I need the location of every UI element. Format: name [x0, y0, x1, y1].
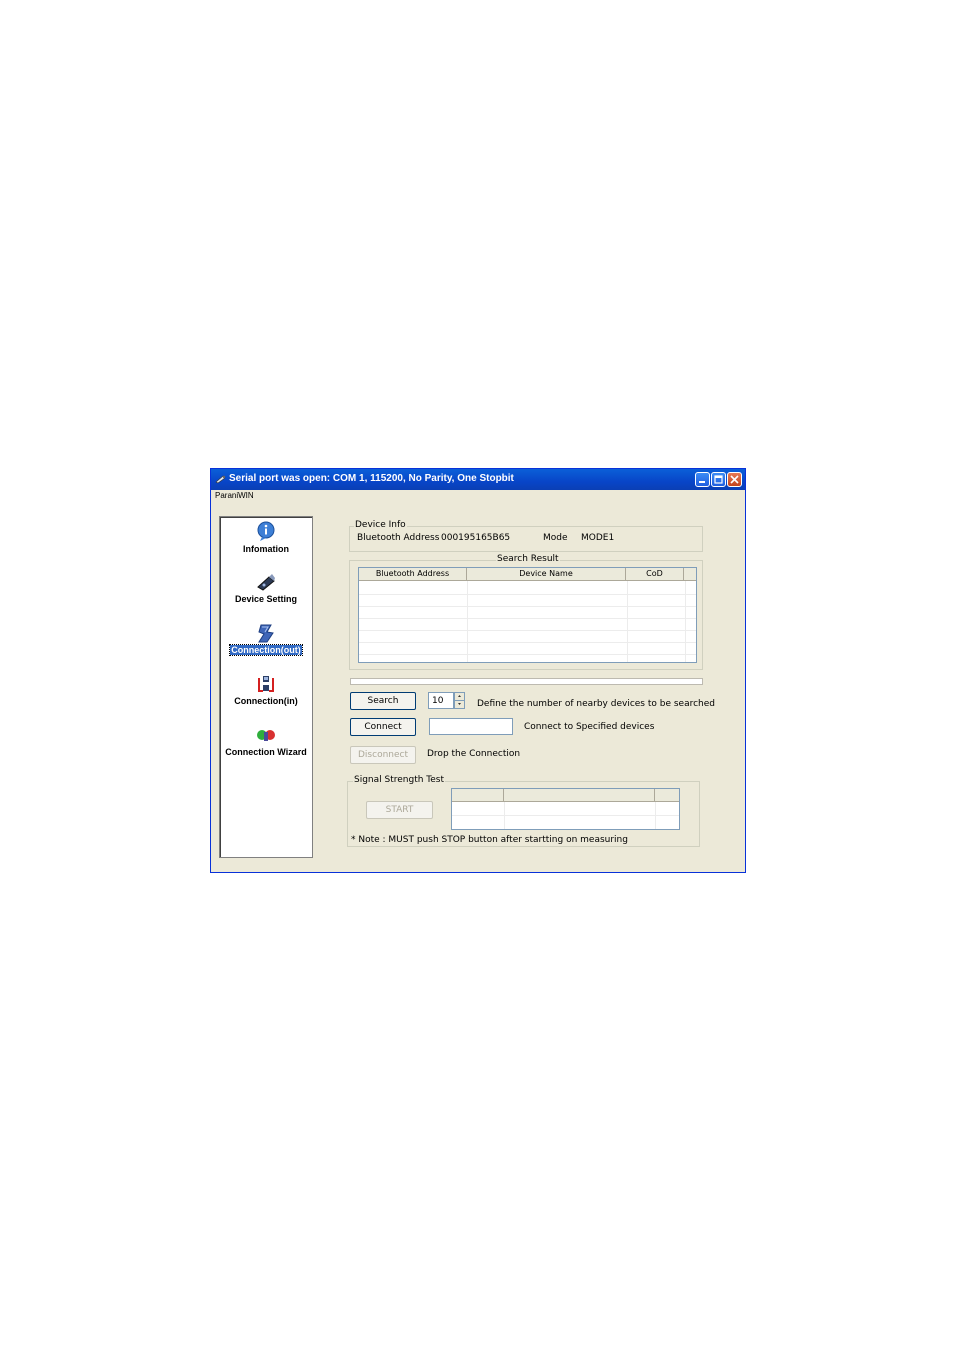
signal-strength-label: Signal Strength Test: [353, 775, 446, 785]
arrow-up-icon: [458, 695, 461, 697]
signal-note: * Note : MUST push STOP button after sta…: [351, 835, 628, 845]
spin-down-button[interactable]: [455, 701, 464, 708]
info-icon: [257, 521, 275, 541]
device-count-input[interactable]: [428, 692, 454, 709]
device-info-label: Device Info: [354, 520, 407, 530]
connection-in-icon: [258, 676, 274, 692]
column-header-filler: [684, 568, 696, 581]
device-icon: [257, 574, 275, 591]
serial-port-icon: [215, 475, 226, 484]
search-progress-bar: [350, 678, 703, 685]
sidebar-item-device-setting[interactable]: Device Setting: [220, 572, 312, 605]
bluetooth-address-value: 000195165B65: [441, 533, 511, 543]
disconnect-description: Drop the Connection: [427, 749, 521, 759]
menu-paraniwin[interactable]: ParaniWIN: [215, 491, 254, 500]
connect-address-input[interactable]: [429, 718, 513, 735]
table-row: [359, 594, 696, 595]
column-header-signal-3[interactable]: [655, 789, 679, 802]
maximize-icon: [714, 475, 723, 484]
table-divider: [504, 802, 505, 829]
sidebar-item-label: Connection(in): [234, 696, 298, 706]
table-row: [359, 654, 696, 655]
column-header-cod[interactable]: CoD: [626, 568, 684, 581]
start-button[interactable]: START: [366, 801, 433, 819]
connect-description: Connect to Specified devices: [524, 722, 655, 732]
spin-up-button[interactable]: [455, 693, 464, 701]
table-row: [452, 815, 679, 816]
maximize-button[interactable]: [711, 472, 726, 487]
bluetooth-address-label: Bluetooth Address: [357, 533, 440, 543]
search-result-table[interactable]: Bluetooth Address Device Name CoD: [358, 567, 697, 663]
wizard-icon: [257, 730, 275, 741]
mode-value: MODE1: [581, 533, 615, 543]
column-header-signal-2[interactable]: [504, 789, 655, 802]
menu-bar[interactable]: ParaniWIN: [215, 491, 254, 500]
close-icon: [730, 475, 739, 484]
mode-label: Mode: [543, 533, 568, 543]
sidebar: Infomation Device Setting Connection(out…: [219, 516, 313, 858]
table-row: [359, 606, 696, 607]
table-divider: [655, 802, 656, 829]
sidebar-item-information[interactable]: Infomation: [220, 520, 312, 555]
title-bar[interactable]: Serial port was open: COM 1, 115200, No …: [211, 469, 745, 490]
minimize-button[interactable]: [695, 472, 710, 487]
close-button[interactable]: [727, 472, 742, 487]
connection-out-icon: [258, 624, 274, 643]
window-title: Serial port was open: COM 1, 115200, No …: [229, 473, 514, 484]
minimize-icon: [699, 481, 705, 483]
disconnect-button[interactable]: Disconnect: [350, 746, 416, 764]
column-header-bluetooth-address[interactable]: Bluetooth Address: [359, 568, 467, 581]
search-button[interactable]: Search: [350, 692, 416, 710]
connect-button[interactable]: Connect: [350, 718, 416, 736]
sidebar-item-connection-wizard[interactable]: Connection Wizard: [220, 725, 312, 758]
sidebar-item-connection-in[interactable]: Connection(in): [220, 674, 312, 707]
table-row: [359, 618, 696, 619]
paraniwin-window: Serial port was open: COM 1, 115200, No …: [210, 468, 746, 873]
device-count-spinner[interactable]: [454, 692, 465, 709]
column-header-device-name[interactable]: Device Name: [467, 568, 626, 581]
sidebar-item-label: Connection Wizard: [225, 747, 307, 757]
column-header-signal-1[interactable]: [452, 789, 504, 802]
arrow-down-icon: [458, 703, 461, 705]
signal-strength-table[interactable]: [451, 788, 680, 830]
device-count-description: Define the number of nearby devices to b…: [477, 699, 716, 709]
sidebar-item-label: Infomation: [243, 544, 289, 554]
sidebar-item-label: Device Setting: [234, 594, 298, 604]
table-row: [359, 642, 696, 643]
search-result-label: Search Result: [496, 554, 560, 564]
table-row: [359, 630, 696, 631]
sidebar-item-label: Connection(out): [229, 644, 303, 656]
sidebar-item-connection-out[interactable]: Connection(out): [220, 623, 312, 656]
